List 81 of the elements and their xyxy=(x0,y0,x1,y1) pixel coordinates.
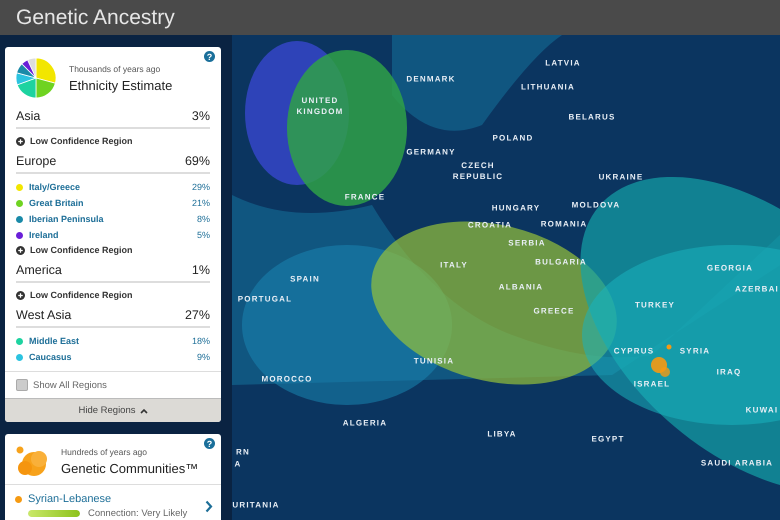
subregion-link[interactable]: Italy/Greece xyxy=(29,182,186,192)
subregion-percent: 8% xyxy=(196,214,210,224)
country-label: CZECH REPUBLIC xyxy=(452,160,504,182)
country-label: LIBYA xyxy=(487,428,517,440)
country-label: HUNGARY xyxy=(492,202,540,214)
country-label: TURKEY xyxy=(634,300,676,310)
country-label: RN xyxy=(236,446,250,458)
subregion-percent: 9% xyxy=(196,352,210,362)
country-label: BULGARIA xyxy=(535,256,587,268)
country-label: GEORGIA xyxy=(706,262,754,274)
subregion-link[interactable]: Middle East xyxy=(29,336,186,346)
blob-cluster-icon xyxy=(15,444,49,478)
card-title: Ethnicity Estimate xyxy=(69,78,172,92)
country-label: GERMANY xyxy=(406,146,456,158)
country-label: MOLDOVA xyxy=(572,200,620,210)
country-label: ALGERIA xyxy=(342,418,388,428)
country-label: KUWAI xyxy=(746,404,778,416)
country-label: BELARUS xyxy=(568,112,616,122)
dot-cluster-drawing xyxy=(651,344,672,377)
country-label: URITANIA xyxy=(232,500,280,510)
card-title: Genetic Communities™ xyxy=(61,460,198,476)
country-label: ALBANIA xyxy=(498,282,544,292)
low-confidence-toggle[interactable]: Low Confidence Region xyxy=(30,245,132,255)
country-label: LATVIA xyxy=(545,58,581,68)
country-label: CROATIA xyxy=(468,220,512,230)
subregion-percent: 21% xyxy=(192,198,210,208)
region-percent: 27% xyxy=(184,308,210,322)
country-label: UKRAINE xyxy=(598,172,644,182)
country-label: PORTUGAL xyxy=(238,294,292,304)
pie-chart-icon xyxy=(15,57,57,99)
chevron-right-icon[interactable] xyxy=(205,500,213,512)
time-scale-label: Hundreds of years ago xyxy=(61,446,148,456)
community-link[interactable]: Syrian-Lebanese xyxy=(28,493,112,505)
subregion-percent: 29% xyxy=(192,182,210,192)
subregion-percent: 18% xyxy=(192,336,210,346)
low-confidence-toggle[interactable]: Low Confidence Region xyxy=(30,136,132,146)
country-label: AZERBAI xyxy=(735,284,779,294)
subregion-link[interactable]: Ireland xyxy=(29,230,191,240)
country-label: CYPRUS xyxy=(614,346,654,356)
country-label: EGYPT xyxy=(591,434,625,444)
caret-up-icon xyxy=(140,408,148,414)
country-label: ISRAEL xyxy=(634,378,670,390)
subregion-link[interactable]: Great Britain xyxy=(29,198,186,208)
country-label: ROMANIA xyxy=(540,218,588,230)
hide-regions-button[interactable]: Hide Regions xyxy=(5,398,221,422)
country-label: DENMARK xyxy=(406,74,456,84)
low-confidence-toggle[interactable]: Low Confidence Region xyxy=(30,290,132,300)
time-scale-label: Thousands of years ago xyxy=(69,64,162,74)
region-name: Europe xyxy=(16,154,56,168)
country-label: SERBIA xyxy=(508,238,546,248)
map[interactable] xyxy=(232,35,780,520)
help-icon[interactable]: ? xyxy=(204,438,215,449)
country-label: POLAND xyxy=(492,132,534,144)
region-name: West Asia xyxy=(16,308,72,322)
page-title: Genetic Ancestry xyxy=(16,6,175,30)
country-label: SPAIN xyxy=(290,274,320,284)
country-label: SAUDI ARABIA xyxy=(700,458,774,468)
country-label: FRANCE xyxy=(344,192,386,202)
country-label: MOROCCO xyxy=(261,374,313,384)
plus-icon[interactable] xyxy=(16,136,25,146)
plus-icon[interactable] xyxy=(16,246,25,254)
country-label: A xyxy=(234,458,242,470)
connection-label: Connection: Very Likely xyxy=(88,508,188,519)
subregion-percent: 5% xyxy=(196,230,210,240)
country-label: ITALY xyxy=(440,260,468,270)
checkbox-label: Show All Regions xyxy=(33,380,107,390)
country-label: IRAQ xyxy=(716,366,742,378)
region-percent: 69% xyxy=(184,154,210,168)
region-percent: 1% xyxy=(192,263,210,277)
region-name: America xyxy=(16,263,62,277)
region-name: Asia xyxy=(16,109,40,123)
country-label: LITHUANIA xyxy=(521,82,575,92)
subregion-link[interactable]: Iberian Peninsula xyxy=(29,214,191,224)
country-label: SYRIA xyxy=(680,346,710,356)
country-label: UNITED KINGDOM xyxy=(295,95,345,117)
plus-icon[interactable] xyxy=(16,290,25,300)
subregion-link[interactable]: Caucasus xyxy=(29,352,191,362)
help-icon[interactable]: ? xyxy=(204,51,215,62)
show-all-checkbox[interactable] xyxy=(16,379,28,391)
country-label: GREECE xyxy=(534,306,574,316)
region-percent: 3% xyxy=(192,109,210,123)
